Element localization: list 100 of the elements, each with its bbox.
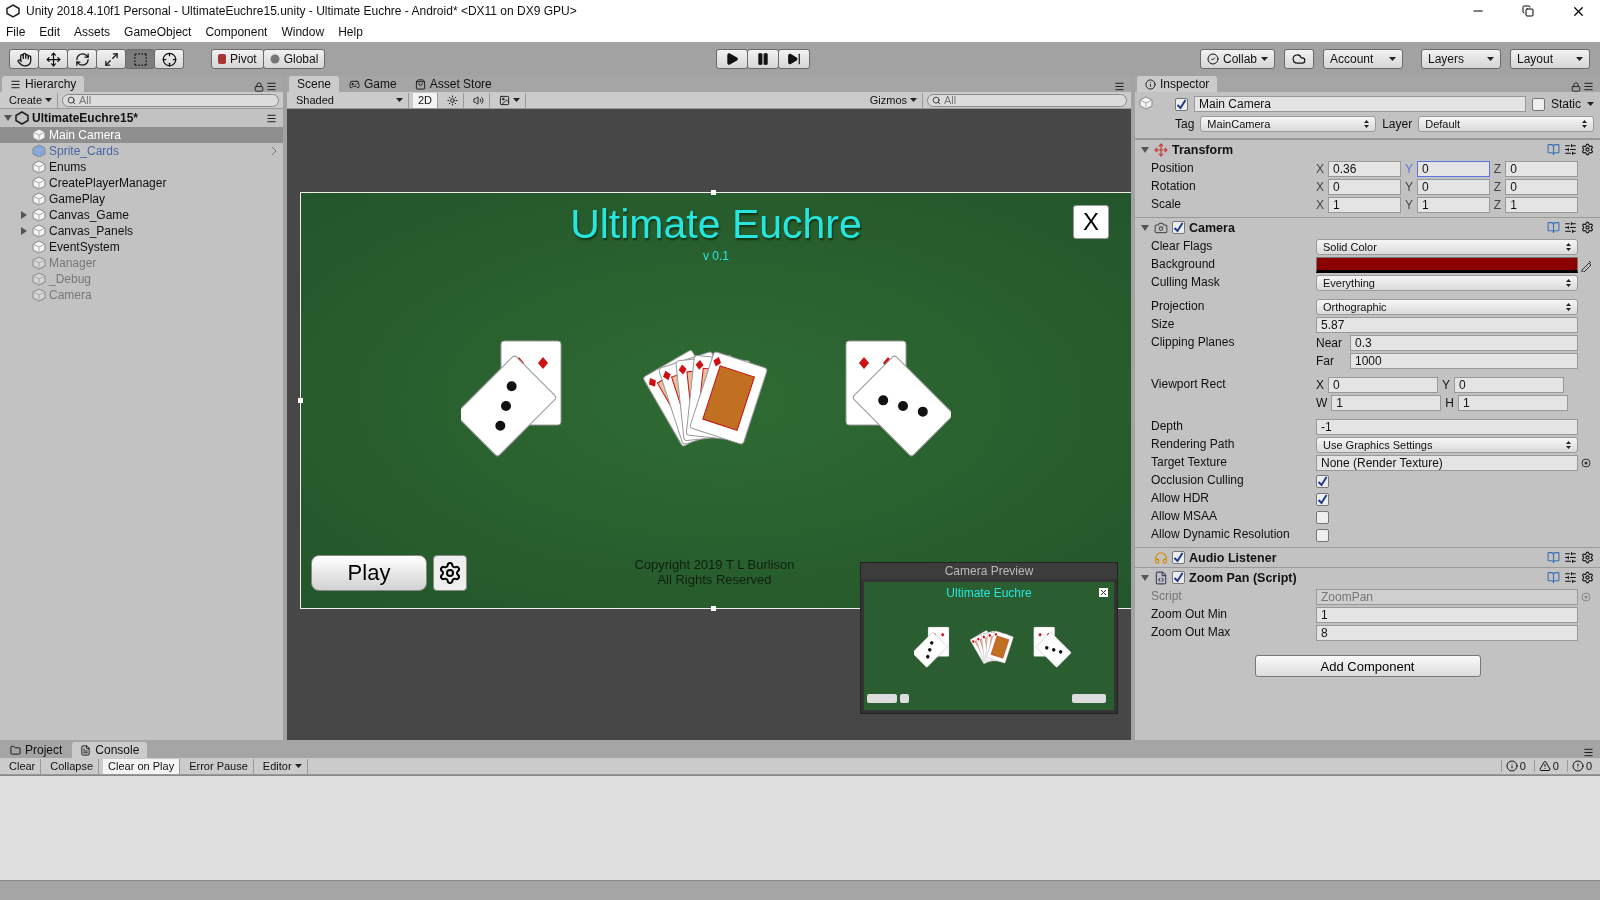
hand-tool-button[interactable]	[9, 49, 39, 69]
dropdown[interactable]: Use Graphics Settings	[1316, 437, 1578, 453]
hierarchy-item[interactable]: EventSystem	[0, 239, 283, 255]
number-field[interactable]: 1	[1505, 197, 1578, 213]
menu-item[interactable]: Assets	[74, 25, 111, 39]
sliders-icon[interactable]	[1564, 571, 1577, 584]
menu-item[interactable]: Edit	[39, 25, 61, 39]
play-button[interactable]: Play	[311, 555, 427, 591]
dropdown[interactable]: Everything	[1316, 275, 1578, 291]
transform-tool-button[interactable]	[154, 49, 184, 69]
menu-icon[interactable]	[1583, 81, 1594, 92]
number-field[interactable]: 0	[1505, 161, 1578, 177]
component-header[interactable]: Zoom Pan (Script)	[1135, 567, 1600, 587]
cloud-button[interactable]	[1284, 49, 1314, 69]
editor-dropdown[interactable]: Editor	[257, 758, 308, 774]
menu-icon[interactable]	[1583, 747, 1594, 758]
rotate-tool-button[interactable]	[67, 49, 97, 69]
search-field[interactable]: All	[62, 93, 279, 107]
number-field[interactable]: 5.87	[1316, 317, 1578, 333]
global-button[interactable]: Global	[262, 49, 326, 69]
settings-icon[interactable]	[1581, 221, 1594, 234]
move-tool-button[interactable]	[38, 49, 68, 69]
sliders-icon[interactable]	[1564, 221, 1577, 234]
menu-item[interactable]: File	[6, 25, 26, 39]
number-field[interactable]: 1	[1416, 197, 1490, 213]
create-dropdown[interactable]: Create	[4, 92, 59, 108]
help-icon[interactable]	[1547, 143, 1560, 156]
add-component-button[interactable]: Add Component	[1254, 655, 1481, 677]
lock-icon[interactable]	[1571, 82, 1581, 92]
checkbox[interactable]	[1316, 510, 1329, 524]
checkbox[interactable]	[1172, 571, 1185, 584]
sliders-icon[interactable]	[1564, 143, 1577, 156]
pause-button[interactable]	[746, 49, 779, 69]
tab[interactable]: Game	[341, 76, 405, 92]
dropdown[interactable]: Orthographic	[1316, 299, 1578, 315]
chevron-right-icon[interactable]	[271, 146, 277, 156]
number-field[interactable]: -1	[1316, 419, 1578, 435]
expand-arrow-icon[interactable]	[1141, 145, 1149, 154]
target-icon[interactable]	[1581, 458, 1591, 468]
number-field[interactable]: 8	[1316, 625, 1578, 641]
number-field[interactable]: 0	[1416, 179, 1490, 195]
name-field[interactable]: Main Camera	[1194, 96, 1526, 112]
collab-button[interactable]: Collab	[1199, 49, 1275, 69]
checkbox[interactable]	[1175, 97, 1188, 111]
2d-toggle[interactable]: 2D	[413, 92, 439, 108]
toggle-button[interactable]: Error Pause	[184, 758, 254, 774]
component-header[interactable]: Camera	[1135, 217, 1600, 237]
number-field[interactable]: 0.36	[1328, 161, 1401, 177]
settings-icon[interactable]	[1581, 571, 1594, 584]
checkbox[interactable]	[1172, 551, 1185, 564]
hierarchy-item[interactable]: Canvas_Panels	[0, 223, 283, 239]
checkbox[interactable]	[1532, 97, 1545, 111]
dropdown[interactable]: Solid Color	[1316, 239, 1578, 255]
tab[interactable]: Project	[2, 742, 71, 758]
hierarchy-item[interactable]: CreatePlayerManager	[0, 175, 283, 191]
number-field[interactable]: 1	[1316, 607, 1578, 623]
color-field[interactable]	[1316, 257, 1578, 273]
checkbox[interactable]	[1316, 474, 1329, 488]
component-header[interactable]: Transform	[1135, 139, 1600, 159]
menu-item[interactable]: Component	[205, 25, 268, 39]
tab[interactable]: Console	[72, 742, 148, 758]
search-field[interactable]: All	[927, 93, 1127, 107]
tab[interactable]: Asset Store	[406, 76, 500, 92]
number-field[interactable]: 0	[1454, 377, 1565, 393]
pivot-button[interactable]: Pivot	[211, 49, 264, 69]
layer-dropdown[interactable]: Default	[1418, 116, 1594, 132]
expand-arrow-icon[interactable]	[1141, 573, 1149, 582]
toggle-button[interactable]: Collapse	[45, 758, 100, 774]
help-icon[interactable]	[1547, 221, 1560, 234]
help-icon[interactable]	[1547, 571, 1560, 584]
object-field[interactable]: None (Render Texture)	[1316, 455, 1578, 471]
component-header[interactable]: Audio Listener	[1135, 547, 1600, 567]
message-count[interactable]: 0	[1533, 760, 1563, 772]
hierarchy-item[interactable]: Canvas_Game	[0, 207, 283, 223]
message-count[interactable]: 0	[1500, 760, 1530, 772]
settings-button[interactable]	[433, 555, 467, 591]
number-field[interactable]: 1	[1331, 395, 1442, 411]
inspector-tab[interactable]: Inspector	[1137, 76, 1218, 92]
tag-dropdown[interactable]: MainCamera	[1200, 116, 1377, 132]
account-dropdown[interactable]: Account	[1323, 49, 1403, 69]
menu-item[interactable]: GameObject	[124, 25, 192, 39]
checkbox[interactable]	[1316, 528, 1329, 542]
help-icon[interactable]	[1547, 551, 1560, 564]
menu-icon[interactable]	[266, 112, 277, 124]
number-field[interactable]: 1000	[1350, 353, 1578, 369]
hierarchy-item[interactable]: Enums	[0, 159, 283, 175]
close-button[interactable]: X	[1073, 205, 1109, 239]
hierarchy-tab[interactable]: Hierarchy	[2, 76, 85, 92]
settings-icon[interactable]	[1581, 143, 1594, 156]
eyedropper-icon[interactable]	[1579, 258, 1593, 272]
step-button[interactable]	[777, 49, 810, 69]
checkbox[interactable]	[1316, 492, 1329, 506]
layout-dropdown[interactable]: Layout	[1510, 49, 1590, 69]
clear-button[interactable]: Clear	[4, 758, 42, 774]
lock-icon[interactable]	[254, 82, 264, 92]
gizmos-dropdown[interactable]: Gizmos	[864, 92, 923, 108]
number-field[interactable]: 1	[1458, 395, 1568, 411]
menu-icon[interactable]	[1114, 81, 1125, 92]
tab[interactable]: Scene	[289, 76, 340, 92]
number-field[interactable]: 0	[1328, 377, 1438, 393]
